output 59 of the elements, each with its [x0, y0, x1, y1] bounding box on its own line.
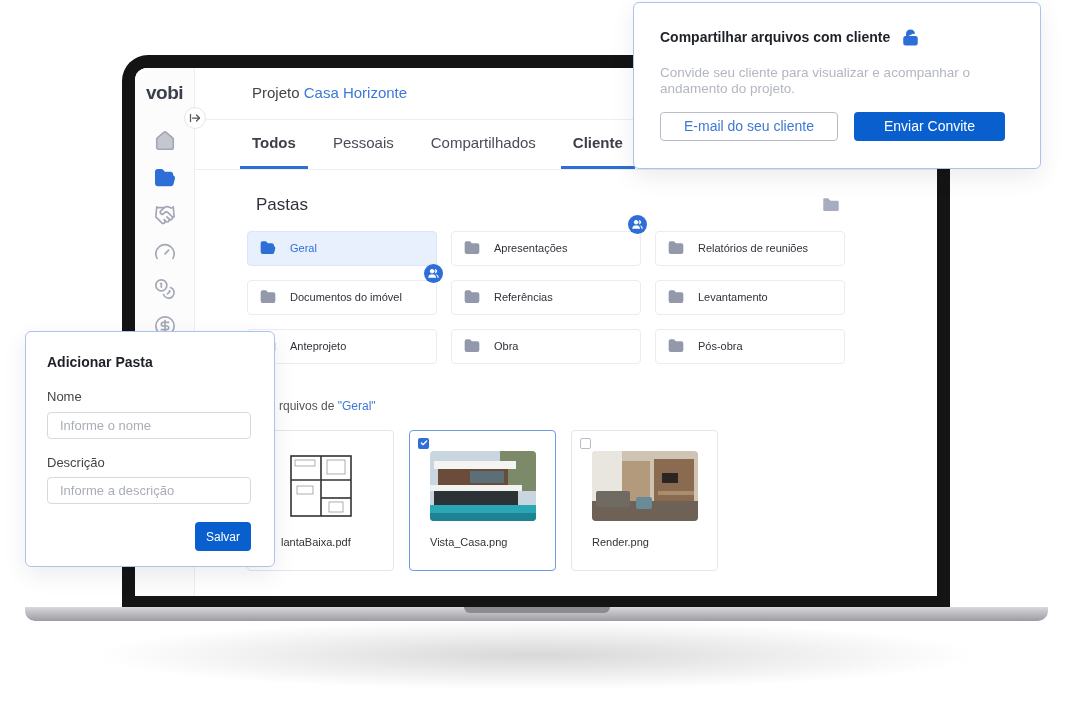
home-icon[interactable] [153, 130, 176, 152]
file-name: Render.png [592, 534, 649, 550]
folder-label: Geral [290, 240, 317, 256]
folder-icon [260, 289, 276, 305]
file-card[interactable]: Render.png [571, 429, 718, 571]
checkbox[interactable] [418, 437, 429, 449]
folder-label: Anteprojeto [290, 338, 347, 354]
input-field[interactable]: Informe a descrição [47, 477, 251, 504]
folder-item[interactable]: Referências [451, 279, 641, 315]
popover-title: Adicionar Pasta [47, 353, 154, 372]
people-icon [428, 267, 439, 279]
popover-description: Convide seu cliente para visualizar e acompanhar o andamento do projeto. [660, 65, 971, 97]
folder-icon [464, 338, 480, 354]
folder-icon [668, 338, 684, 354]
file-name: Vista_Casa.png [430, 534, 508, 550]
popover-title: Compartilhar arquivos com cliente [660, 28, 891, 47]
folder-open-icon [260, 240, 276, 256]
email-button[interactable]: E-mail do seu cliente [660, 112, 838, 141]
project-title: Projeto Casa Horizonte [252, 83, 408, 104]
folder-icon [464, 240, 480, 256]
folder-item[interactable]: Relatórios de reuniões [655, 230, 845, 266]
invite-button[interactable]: Enviar Convite [854, 112, 1005, 141]
save-button[interactable]: Salvar [195, 522, 251, 551]
folder-icon [668, 289, 684, 305]
folder-icon [464, 289, 480, 305]
brand-logo: vobi [145, 83, 184, 102]
tab[interactable]: Compartilhados [418, 120, 548, 169]
folder-item[interactable]: Documentos do imóvel [247, 279, 437, 315]
handshake-icon[interactable] [153, 204, 176, 226]
folder-item[interactable]: Pós-obra [655, 328, 845, 364]
floor-plan-drawing [288, 453, 353, 518]
files-caption: rquivos de "Geral" [279, 398, 376, 413]
field-label: Descrição [47, 453, 106, 472]
check-icon [419, 439, 428, 447]
folder-label: Referências [494, 289, 553, 305]
section-title: Pastas [256, 194, 308, 216]
folder-label: Levantamento [698, 289, 768, 305]
checkbox[interactable] [580, 437, 591, 449]
folder-icon [668, 240, 684, 256]
folder-item[interactable]: Apresentações [451, 230, 641, 266]
folder-label: Documentos do imóvel [290, 289, 402, 305]
tab[interactable]: Pessoais [320, 120, 406, 169]
coins-icon[interactable] [153, 278, 176, 300]
folder-icon[interactable] [153, 167, 176, 189]
folder-item[interactable]: Obra [451, 328, 641, 364]
field-label: Nome [47, 388, 83, 406]
folder-label: Pós-obra [698, 338, 743, 354]
collapse-icon [189, 112, 201, 124]
file-name: lantaBaixa.pdf [281, 534, 351, 550]
folder-label: Apresentações [494, 240, 568, 256]
input-field[interactable]: Informe o nome [47, 411, 251, 439]
file-card[interactable]: Vista_Casa.png [409, 429, 556, 571]
people-icon [632, 218, 643, 230]
unlock-icon [902, 29, 920, 46]
folder-label: Relatórios de reuniões [698, 240, 809, 256]
folder-item[interactable]: Geral [247, 230, 437, 266]
tab[interactable]: Todos [240, 120, 308, 169]
folder-item[interactable]: Levantamento [655, 279, 845, 315]
folder-label: Obra [494, 338, 519, 354]
